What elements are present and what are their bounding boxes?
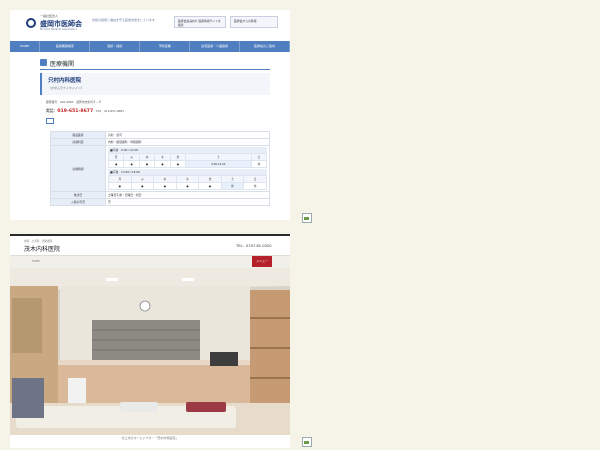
day: 日 — [243, 175, 267, 183]
day: 月 — [108, 175, 132, 183]
mark: ● — [198, 182, 222, 190]
mark: ● — [175, 182, 200, 190]
row-value: 土曜日午後・日曜日・祝日 — [105, 191, 270, 199]
clinic-subtitle: 内科 · 小児科 · 消化器科 — [24, 240, 53, 243]
row-value: 只村 武司 — [105, 131, 270, 139]
mark: ● — [108, 182, 132, 190]
logo-mark-icon — [26, 18, 36, 28]
table-row: 休診日 土曜日午後・日曜日・祝日 — [50, 191, 270, 199]
day: 日 — [250, 153, 268, 161]
nav-home[interactable]: HOME — [32, 260, 40, 263]
day: 火 — [130, 175, 155, 183]
mark: ● — [154, 160, 171, 168]
tel-number[interactable]: 019-651-8677 — [57, 109, 93, 114]
nav-about[interactable]: 医師会のご案内 — [240, 41, 290, 52]
day: 水 — [153, 175, 177, 183]
clinic-phone[interactable]: TEL：0197-61-0320 — [236, 244, 272, 249]
mark: 休 — [250, 160, 268, 168]
table-row: 入院の可否 否 — [50, 198, 270, 206]
nav-vaccination[interactable]: 予防接種 — [140, 41, 191, 52]
day: 土 — [220, 175, 245, 183]
clinic-reception-photo — [10, 268, 290, 435]
clinic-header: 只村内科医院 （タダムラナイカイイン） — [40, 73, 270, 95]
day: 土 — [185, 153, 252, 161]
member-search-button[interactable]: 医師会会員向け 医療情報サイトを検索 — [174, 16, 226, 28]
day: 木 — [175, 175, 200, 183]
building-icon — [40, 59, 47, 66]
global-nav: HOME 医療機関検索 健診・検診 予防接種 在宅医療・介護連携 医師会のご案内 — [10, 41, 290, 52]
mark: ● — [138, 160, 156, 168]
row-value: 内科・循環器科・呼吸器科 — [105, 138, 270, 146]
nav-checkup[interactable]: 健診・検診 — [90, 41, 141, 52]
website-icon[interactable] — [46, 118, 54, 124]
nav-home-care[interactable]: 在宅医療・介護連携 — [190, 41, 241, 52]
pm-schedule: 月 火 水 木 金 土 日 ● ● ● ● ● 休 休 — [108, 175, 267, 190]
mark: ● — [169, 160, 187, 168]
day: 金 — [198, 175, 222, 183]
mark: ● — [107, 160, 125, 168]
clinic-info-table: 開設医者 只村 武司 診療科目 内科・循環器科・呼吸器科 診療時間 ■午前 9:… — [50, 131, 270, 206]
day: 金 — [169, 153, 187, 161]
association-info-button[interactable]: 医師会からの情報 — [230, 16, 278, 28]
tagline: 市民の健康と福祉を守る医療支援をしています — [92, 18, 155, 22]
clinic-kana: （タダムラナイカイイン） — [48, 86, 84, 90]
row-key: 診療科目 — [50, 138, 106, 146]
mark: ● — [123, 160, 140, 168]
hours-cell: ■午前 9:00～12:00 月 火 水 木 金 土 日 ● ● ● ● ● 9… — [105, 145, 270, 192]
clinic-phone: 電話：019-651-8677 FAX：019-651-8683 — [46, 108, 124, 114]
screenshot-medical-association-page: 一般社団法人 盛岡市医師会 Morioka Medical Associatio… — [10, 10, 290, 220]
am-schedule: 月 火 水 木 金 土 日 ● ● ● ● ● 9:00-12:00 休 — [107, 153, 268, 168]
day: 月 — [107, 153, 125, 161]
row-key: 休診日 — [50, 191, 106, 199]
row-key: 入院の可否 — [50, 198, 106, 206]
photo-caption: 北上市のホームドクター「茂木内科医院」 — [121, 436, 179, 440]
nav-home[interactable]: HOME — [10, 41, 41, 52]
clinic-logo[interactable]: 茂木内科医院 — [24, 244, 60, 253]
table-row: 診療時間 ■午前 9:00～12:00 月 火 水 木 金 土 日 ● ● ● … — [50, 145, 270, 192]
nav-clinic-search[interactable]: 医療機関検索 — [40, 41, 91, 52]
mark: 休 — [220, 182, 245, 190]
mark: ● — [153, 182, 177, 190]
menu-button[interactable]: メニュー — [252, 256, 272, 267]
site-nav: HOME — [10, 255, 290, 268]
logo-subtitle: 一般社団法人 — [40, 14, 59, 18]
table-row: 開設医者 只村 武司 — [50, 131, 270, 139]
clinic-address: 郵便番号：020-0883 盛岡市志家町８－８ — [46, 100, 102, 104]
section-divider — [40, 69, 270, 70]
broken-image-icon — [302, 213, 312, 223]
tel-label: 電話： — [46, 108, 58, 113]
table-row: 診療科目 内科・循環器科・呼吸器科 — [50, 138, 270, 146]
broken-image-icon — [302, 437, 312, 447]
fax-number: FAX：019-651-8683 — [96, 109, 124, 113]
top-bar — [10, 234, 290, 236]
section-title: 医療機関 — [50, 61, 75, 68]
day: 火 — [123, 153, 140, 161]
screenshot-clinic-homepage: 内科 · 小児科 · 消化器科 茂木内科医院 TEL：0197-61-0320 … — [10, 234, 290, 448]
clinic-name: 只村内科医院 — [48, 78, 82, 84]
day: 水 — [138, 153, 156, 161]
logo-english: Morioka Medical Association — [40, 28, 77, 31]
row-key: 開設医者 — [50, 131, 106, 139]
day: 木 — [154, 153, 171, 161]
site-header: 一般社団法人 盛岡市医師会 Morioka Medical Associatio… — [10, 10, 290, 40]
row-value: 否 — [105, 198, 270, 206]
row-key: 診療時間 — [50, 145, 106, 192]
mark: 9:00-12:00 — [185, 160, 252, 168]
mark: ● — [130, 182, 155, 190]
mark: 休 — [243, 182, 267, 190]
